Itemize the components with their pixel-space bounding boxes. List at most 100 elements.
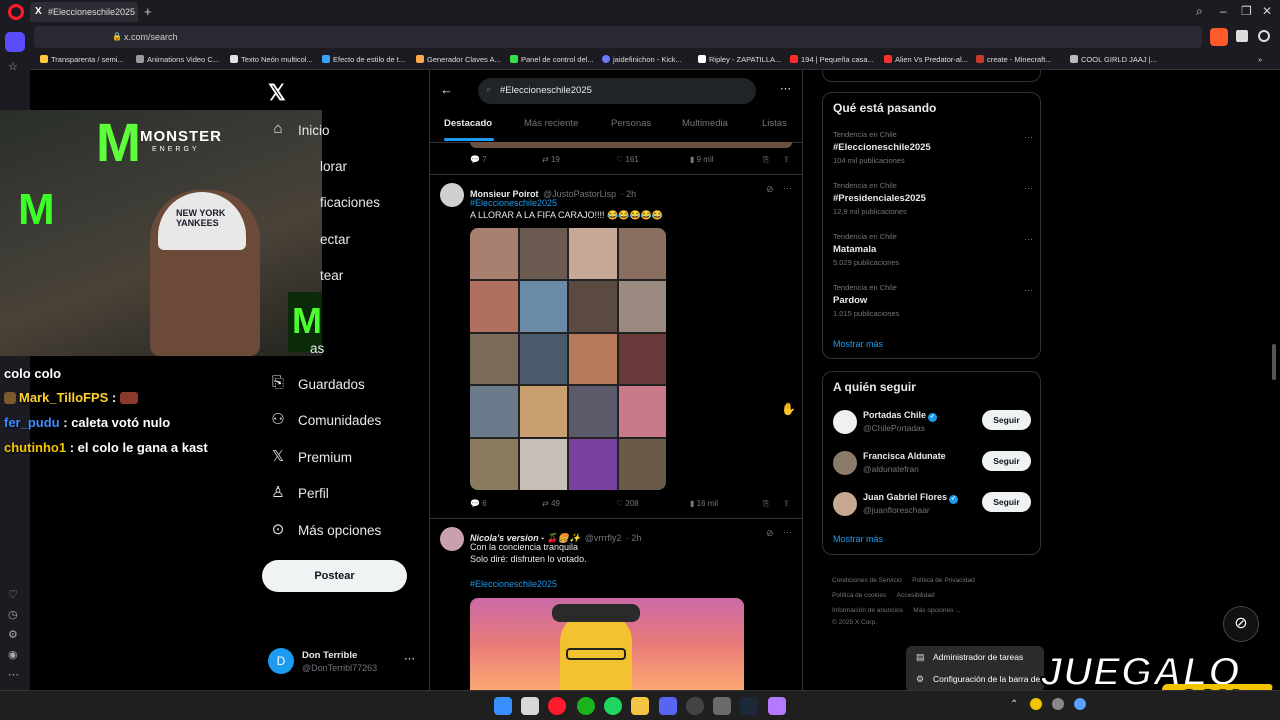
trend-more-icon[interactable]: ⋯ <box>1024 183 1033 194</box>
tweet-time[interactable]: · 2h <box>626 533 642 543</box>
menu-item-task-manager[interactable]: Administrador de tareas <box>933 652 1023 662</box>
tray-overflow-icon[interactable]: ⌃ <box>1010 699 1018 710</box>
bookmark-item[interactable]: Efecto de estilo de t... <box>322 55 405 64</box>
bookmark-item[interactable]: Texto Neón multicol... <box>230 55 313 64</box>
file-explorer-icon[interactable] <box>631 697 649 715</box>
tab-top[interactable]: Destacado <box>444 118 492 129</box>
share-icon[interactable]: ⇪ <box>783 155 790 164</box>
x-logo-icon[interactable]: 𝕏 <box>268 80 286 106</box>
xbox-icon[interactable] <box>577 697 595 715</box>
opera-logo-icon[interactable] <box>8 4 24 20</box>
bookmark-item[interactable]: Alien Vs Predator-al... <box>884 55 968 64</box>
tray-app-icon[interactable] <box>1030 698 1042 710</box>
bookmark-item[interactable]: create - Minecraft... <box>976 55 1052 64</box>
follow-button[interactable]: Seguir <box>982 492 1031 512</box>
tweet-avatar[interactable] <box>440 527 464 551</box>
grok-icon[interactable]: ⊘ <box>766 528 774 539</box>
tweet-hashtag[interactable]: #Eleccioneschile2025 <box>470 578 557 590</box>
discord-icon[interactable] <box>659 697 677 715</box>
footer-link[interactable]: Política de Privacidad <box>912 577 975 584</box>
tab-people[interactable]: Personas <box>611 118 651 129</box>
obs-icon[interactable] <box>686 697 704 715</box>
sidebar-more-icon[interactable]: ⋯ <box>8 668 19 681</box>
vpn-icon[interactable] <box>1258 30 1270 42</box>
start-icon[interactable] <box>494 697 512 715</box>
views-button[interactable]: ▮ 16 mil <box>690 499 718 508</box>
browser-tab[interactable]: X #Eleccioneschile2025 - B... <box>30 2 138 22</box>
footer-link[interactable]: Condiciones de Servicio <box>832 577 902 584</box>
search-tabs-icon[interactable]: ⌕ <box>1196 4 1203 19</box>
tweet-hashtag[interactable]: #Eleccioneschile2025 <box>470 197 557 209</box>
search-input[interactable]: ⌕ #Eleccioneschile2025 <box>478 78 756 104</box>
bookmark-item[interactable]: jaidefinichon - Kick... <box>602 55 682 64</box>
trend-more-icon[interactable]: ⋯ <box>1024 132 1033 143</box>
app-icon[interactable] <box>713 697 731 715</box>
follow-suggestion[interactable]: Juan Gabriel Flores ✓ @juanfloreschaar Se… <box>833 490 1033 520</box>
repost-button[interactable]: ⇄ 49 <box>542 499 560 508</box>
snapshot-icon[interactable] <box>1236 30 1248 42</box>
follow-suggestion[interactable]: Portadas Chile ✓ @ChilePortadas Seguir <box>833 408 1033 438</box>
new-tab-icon[interactable]: + <box>144 4 152 19</box>
bookmark-icon[interactable]: ⎘ <box>763 499 769 509</box>
grok-icon[interactable]: ⊘ <box>766 184 774 195</box>
sidebar-bulb-icon[interactable]: ◉ <box>8 648 18 661</box>
task-view-icon[interactable] <box>521 697 539 715</box>
post-button[interactable]: Postear <box>262 560 407 592</box>
repost-button[interactable]: ⇄ 19 <box>542 155 560 164</box>
search-options-icon[interactable]: ⋯ <box>780 82 791 95</box>
follow-button[interactable]: Seguir <box>982 410 1031 430</box>
sidebar-heart-icon[interactable]: ♡ <box>8 588 18 601</box>
tweet-more-icon[interactable]: ⋯ <box>783 183 792 194</box>
bookmark-item[interactable]: 194 | Pequeña casa... <box>790 55 874 64</box>
sidebar-settings-icon[interactable]: ⚙ <box>8 628 18 641</box>
trend-item[interactable]: Tendencia en Chile Pardow 1.015 publicac… <box>833 283 1033 318</box>
sidebar-star-icon[interactable]: ☆ <box>8 60 18 73</box>
bookmark-item[interactable]: Generador Claves A... <box>416 55 501 64</box>
tray-app-icon[interactable] <box>1074 698 1086 710</box>
like-button[interactable]: ♡ 161 <box>616 155 639 164</box>
menu-item-taskbar-settings[interactable]: Configuración de la barra de <box>933 674 1040 684</box>
trend-more-icon[interactable]: ⋯ <box>1024 234 1033 245</box>
bookmark-item[interactable]: Panel de control del... <box>510 55 594 64</box>
bookmark-item[interactable]: COOL GIRLD JAAJ |... <box>1070 55 1157 64</box>
steam-icon[interactable] <box>740 697 758 715</box>
tweet-avatar[interactable] <box>440 183 464 207</box>
page-scrollbar[interactable] <box>1272 344 1276 380</box>
opera-taskbar-icon[interactable] <box>548 697 566 715</box>
sidebar-history-icon[interactable]: ◷ <box>8 608 18 621</box>
like-button[interactable]: ♡ 208 <box>616 499 639 508</box>
tweet-time[interactable]: · 2h <box>621 189 637 199</box>
spotify-icon[interactable] <box>604 697 622 715</box>
bookmarks-overflow-icon[interactable]: » <box>1258 55 1262 64</box>
bookmark-item[interactable]: Transparenta / semi... <box>40 55 124 64</box>
maximize-icon[interactable]: ❐ <box>1241 4 1252 18</box>
trend-item[interactable]: Tendencia en Chile Matamala 5.029 public… <box>833 232 1033 267</box>
bookmark-icon[interactable]: ⎘ <box>763 155 769 165</box>
extension-icon[interactable] <box>1210 28 1228 46</box>
close-window-icon[interactable]: ✕ <box>1262 4 1272 18</box>
trend-more-icon[interactable]: ⋯ <box>1024 285 1033 296</box>
tray-app-icon[interactable] <box>1052 698 1064 710</box>
more-icon[interactable]: ⋯ <box>404 652 415 665</box>
reply-button[interactable]: 💬 7 <box>470 155 487 164</box>
trend-item[interactable]: Tendencia en Chile #Eleccioneschile2025 … <box>833 130 1033 165</box>
follow-suggestion[interactable]: Francisca Aldunate @aldunatefran Seguir <box>833 449 1033 479</box>
tab-latest[interactable]: Más reciente <box>524 118 578 129</box>
minimize-icon[interactable]: – <box>1220 4 1227 18</box>
url-field[interactable]: 🔒 x.com/search <box>34 26 1202 48</box>
bookmark-item[interactable]: Animations Video C... <box>136 55 219 64</box>
tweet-image-grid[interactable] <box>470 228 666 490</box>
tweet-image[interactable] <box>470 598 744 698</box>
bookmark-item[interactable]: Ripley - ZAPATILLA... <box>698 55 781 64</box>
footer-link[interactable]: Accesibilidad <box>897 592 935 599</box>
tab-lists[interactable]: Listas <box>762 118 787 129</box>
app-icon[interactable] <box>768 697 786 715</box>
footer-link[interactable]: Política de cookies <box>832 592 886 599</box>
tweet-author-handle[interactable]: @vrrrfly2 <box>585 533 622 543</box>
tab-media[interactable]: Multimedia <box>682 118 728 129</box>
share-icon[interactable]: ⇪ <box>783 499 790 508</box>
views-button[interactable]: ▮ 9 mil <box>690 155 714 164</box>
follow-show-more[interactable]: Mostrar más <box>833 534 883 544</box>
reply-button[interactable]: 💬 6 <box>470 499 487 508</box>
grok-float-button[interactable]: ⊘ <box>1223 606 1259 642</box>
